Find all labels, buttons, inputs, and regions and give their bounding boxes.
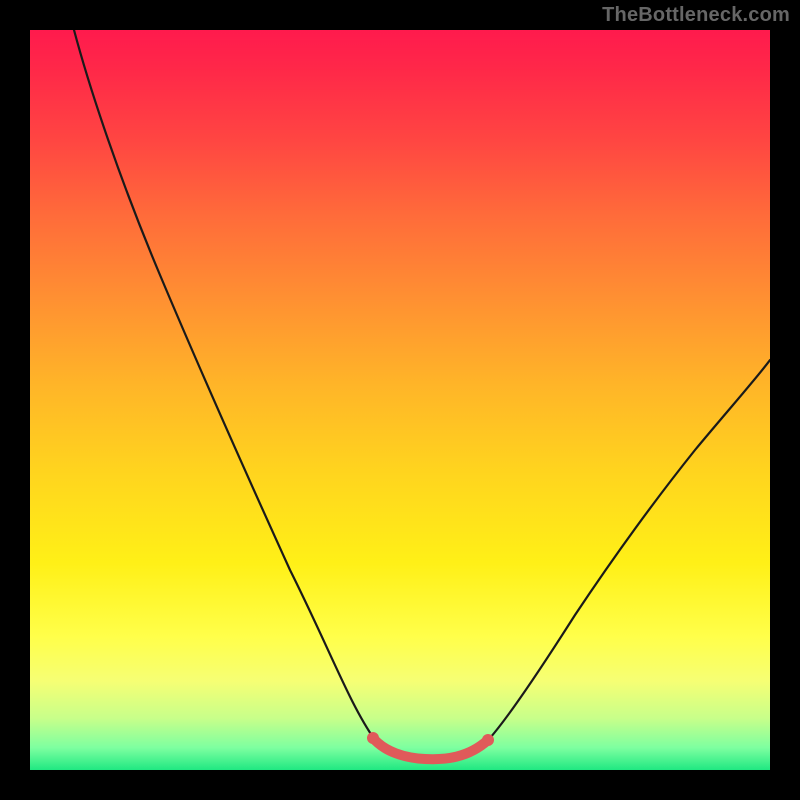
chart-frame: TheBottleneck.com [0,0,800,800]
severity-gradient-background [30,30,770,770]
plot-area [30,30,770,770]
watermark-text: TheBottleneck.com [602,4,790,27]
